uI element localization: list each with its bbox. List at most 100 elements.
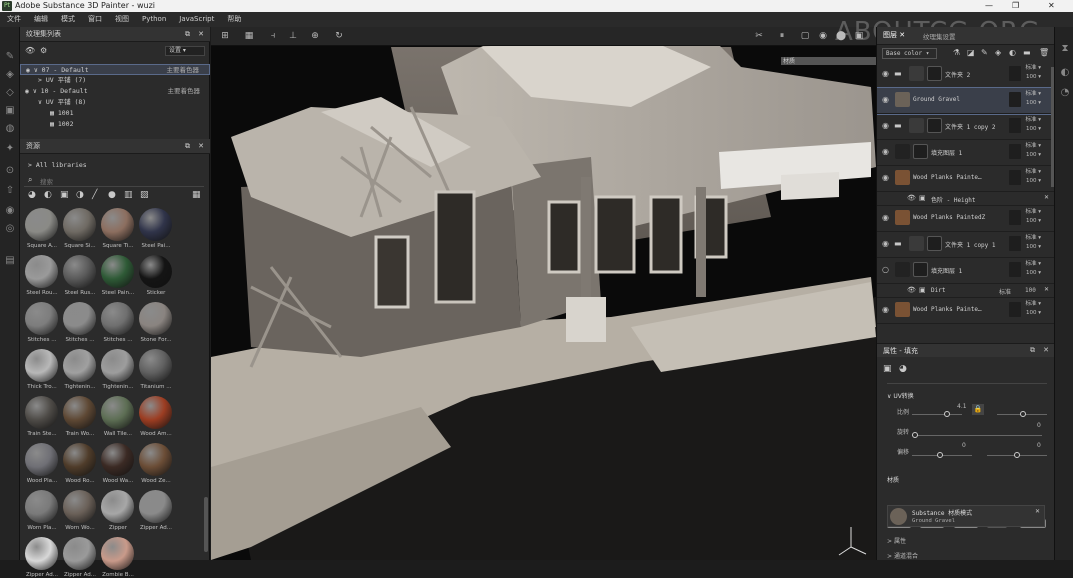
layer-blend-mode[interactable]: 标准 ▾ 100 ▾ [1025, 116, 1041, 134]
settings-gear-icon[interactable]: ⚙ [40, 46, 47, 55]
panel-close-icon[interactable]: ✕ [198, 27, 204, 42]
layer-mask-slot[interactable] [1009, 144, 1021, 159]
material-thumbnail[interactable] [101, 208, 134, 241]
filter-smart-material-icon[interactable]: ◐ [44, 190, 52, 200]
menu-edit[interactable]: 编辑 [34, 15, 48, 23]
grid-icon[interactable]: ⊞ [219, 30, 231, 42]
layer-blend-mode[interactable]: 标准 ▾ 100 ▾ [1025, 142, 1041, 160]
smudge-icon[interactable]: ◍ [4, 123, 16, 135]
menu-view[interactable]: 视图 [115, 15, 129, 23]
uv-section-header[interactable]: ∨ UV转换 [887, 391, 914, 400]
filter-texture-icon[interactable]: ▣ [60, 190, 69, 200]
texture-set-row[interactable]: ∨ UV 平铺 (8) [20, 97, 210, 108]
material-thumbnail[interactable] [139, 490, 172, 523]
scale-slider-track[interactable] [912, 414, 962, 415]
camera-icon[interactable]: ◎ [4, 223, 16, 235]
visibility-icon[interactable]: 👁 [25, 46, 35, 55]
offset-slider-knob-2[interactable] [1014, 452, 1020, 458]
grid-view-icon[interactable]: ▦ [192, 190, 201, 200]
texture-set-row[interactable]: ▦ 1002 [20, 119, 210, 130]
uv-grid-icon[interactable]: ▦ [243, 30, 255, 42]
texture-set-settings-select[interactable]: 设置 ▾ [165, 46, 205, 56]
layer-row[interactable]: ◉ Wood Planks PaintedZ 标准 ▾ 100 ▾ [877, 206, 1055, 232]
visibility-icon[interactable]: ◉ [882, 306, 892, 314]
channel-select[interactable]: Base color ▾ [882, 48, 937, 59]
visibility-icon[interactable]: ◉ [882, 214, 892, 222]
material-thumbnail[interactable] [63, 490, 96, 523]
material-thumbnail[interactable] [139, 255, 172, 288]
layer-row[interactable]: ○ 填充图层 1 标准 ▾ 100 ▾ [877, 258, 1055, 284]
material-thumbnail[interactable] [101, 255, 134, 288]
layer-blend-mode[interactable]: 标准 ▾ 100 ▾ [1025, 90, 1041, 108]
3d-viewport[interactable]: 材质 [211, 27, 876, 560]
paint-brush-icon[interactable]: ✎ [4, 51, 16, 63]
visibility-icon[interactable]: ◉ [882, 96, 892, 104]
material-thumbnail[interactable] [63, 443, 96, 476]
material-thumbnail[interactable] [139, 349, 172, 382]
polygon-fill-icon[interactable]: ▣ [4, 105, 16, 117]
camera-mode-icon[interactable]: ✂ [753, 30, 765, 42]
material-thumbnail[interactable] [101, 349, 134, 382]
asset-search[interactable]: ⌕ 搜索 [24, 175, 204, 187]
visibility-icon[interactable]: 👁 [907, 286, 916, 294]
layer-row[interactable]: ◉ ▬ 文件夹 1 copy 2 标准 ▾ 100 ▾ [877, 114, 1055, 140]
visibility-icon[interactable]: ◉ [882, 122, 892, 130]
visibility-icon[interactable]: ◉ [882, 174, 892, 182]
material-thumbnail[interactable] [25, 349, 58, 382]
layer-mask-slot[interactable] [1009, 302, 1021, 317]
layer-mask-slot[interactable] [1009, 236, 1021, 251]
material-thumbnail[interactable] [25, 490, 58, 523]
layer-mask-slot[interactable] [1009, 170, 1021, 185]
scale-slider-knob-2[interactable] [1020, 411, 1026, 417]
material-thumbnail[interactable] [139, 396, 172, 429]
eraser-icon[interactable]: ◈ [4, 69, 16, 81]
layer-mask-slot[interactable] [1009, 210, 1021, 225]
layer-row[interactable]: ◉ Wood Planks Painte… 标准 ▾ 100 ▾ [877, 166, 1055, 192]
add-smart-layer-icon[interactable]: ◐ [1009, 48, 1016, 57]
rotation-slider-knob[interactable] [912, 432, 918, 438]
material-thumbnail[interactable] [101, 302, 134, 335]
visibility-icon[interactable]: 👁 [907, 194, 916, 202]
effect-opacity[interactable]: 100 [1025, 287, 1036, 294]
texture-set-row[interactable]: ◉ ∨ 10 - Default 主要着色器 [20, 86, 210, 97]
visibility-icon[interactable]: ◉ [882, 70, 892, 78]
layer-blend-mode[interactable]: 标准 ▾ 100 ▾ [1025, 234, 1041, 252]
bake-icon[interactable]: ◉ [4, 205, 16, 217]
material-thumbnail[interactable] [25, 537, 58, 570]
material-picker[interactable]: Substance 材质模式 Ground Gravel ✕ [887, 505, 1045, 527]
material-thumbnail[interactable] [101, 396, 134, 429]
close-window-button[interactable]: ✕ [1048, 0, 1055, 12]
panel-float-icon[interactable]: ⧉ [185, 27, 190, 42]
add-icon[interactable]: ⊕ [309, 30, 321, 42]
material-thumbnail[interactable] [101, 537, 134, 570]
panel-close-icon[interactable]: ✕ [1043, 346, 1049, 354]
filter-image-icon[interactable]: ▨ [140, 190, 149, 200]
layer-blend-mode[interactable]: 标准 ▾ 100 ▾ [1025, 260, 1041, 278]
tab-layers[interactable]: 图层 ✕ [883, 30, 905, 40]
layer-mask-slot[interactable] [1009, 118, 1021, 133]
library-selector[interactable]: > All libraries [20, 160, 210, 171]
close-icon[interactable]: ✕ [1044, 194, 1049, 201]
layer-row[interactable]: ◉ ▬ 文件夹 2 标准 ▾ 100 ▾ [877, 62, 1055, 88]
filter-brush-icon[interactable]: ╱ [92, 190, 97, 200]
material-thumbnail[interactable] [101, 443, 134, 476]
layer-row[interactable]: 👁 ▣ Dirt 标准 100 ✕ [877, 284, 1055, 298]
material-thumbnail[interactable] [25, 443, 58, 476]
material-thumbnail[interactable] [63, 396, 96, 429]
filter-environment-icon[interactable]: ● [108, 190, 116, 200]
rotation-slider-track[interactable] [912, 435, 1042, 436]
layer-mask-slot[interactable] [1009, 262, 1021, 277]
menu-help[interactable]: 帮助 [227, 15, 241, 23]
layer-blend-mode[interactable]: 标准 ▾ 100 ▾ [1025, 208, 1041, 226]
document-icon[interactable]: ▤ [4, 255, 16, 267]
material-thumbnail[interactable] [25, 302, 58, 335]
menu-mode[interactable]: 模式 [61, 15, 75, 23]
filter-material-icon[interactable]: ◕ [28, 190, 36, 200]
layer-row[interactable]: ◉ Wood Planks Painte… 标准 ▾ 100 ▾ [877, 298, 1055, 324]
layer-row[interactable]: ◉ 填充图层 1 标准 ▾ 100 ▾ [877, 140, 1055, 166]
attributes-section[interactable]: > 属性 [887, 536, 906, 545]
layer-mask-slot[interactable] [1009, 92, 1021, 107]
lock-icon[interactable]: 🔒 [972, 404, 984, 415]
layer-row[interactable]: ◉ Ground Gravel 标准 ▾ 100 ▾ [877, 87, 1055, 115]
material-thumbnail[interactable] [63, 208, 96, 241]
